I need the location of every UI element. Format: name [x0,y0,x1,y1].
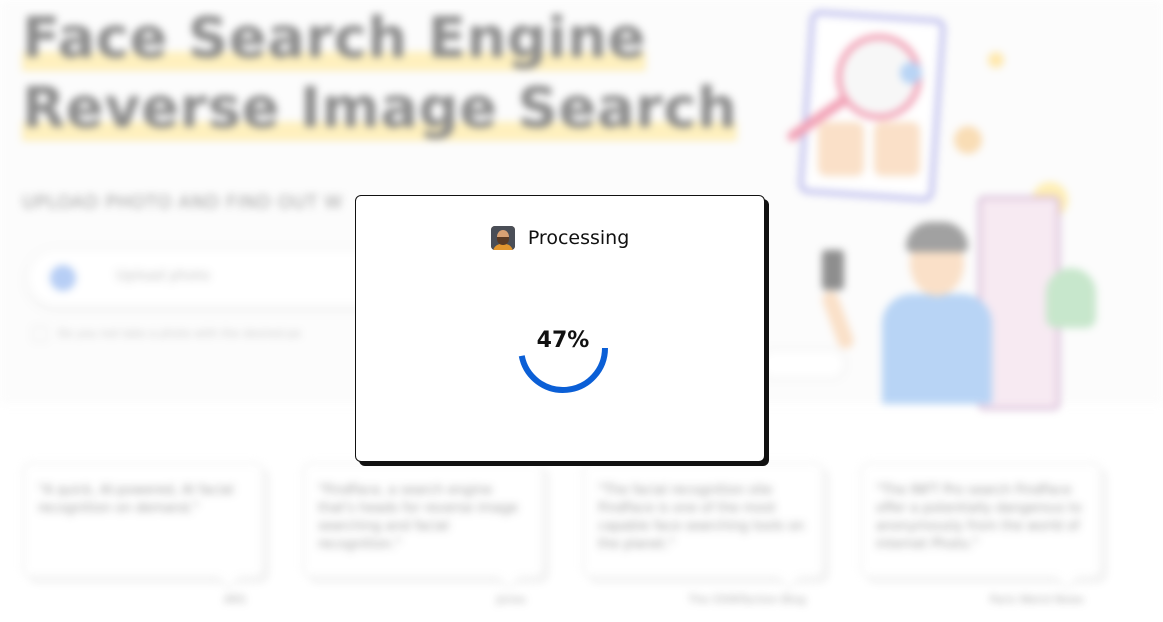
tree-icon [1046,268,1096,328]
testimonial-card: "FindFace, a search engine that's heads … [302,462,544,606]
testimonial-author[interactable]: The OSINTaction Blog [688,593,806,606]
testimonial-card: "The INFT Pro search FindFace offer a po… [860,462,1102,606]
speech-tail-icon [1054,564,1080,590]
hero-subtitle: UPLOAD PHOTO AND FIND OUT W [22,192,343,213]
testimonial-card: "A quick, AI-powered, AI facial recognit… [22,462,264,606]
hero-title-line1: Face Search Engine [22,6,646,71]
dialog-title: Processing [527,227,630,249]
face-thumbnail-icon [874,122,920,176]
testimonial-quote: "A quick, AI-powered, AI facial recognit… [38,483,234,516]
upload-icon [50,265,76,291]
progress-indicator: 47% [515,300,611,396]
user-avatar-icon [490,226,515,250]
processing-dialog: Processing 47% [355,195,765,462]
hint-text: Do you not take a photo with the desired… [32,326,301,342]
decor-dot-icon [900,62,922,84]
decor-dot-icon [954,126,982,154]
testimonial-quote: "The facial recognition site FindFace is… [598,483,805,552]
progress-arc [518,347,608,393]
person-arm-icon [820,289,856,351]
phone-icon [822,250,844,290]
progress-percent: 47% [536,328,590,353]
testimonial-quote: "The INFT Pro search FindFace offer a po… [876,483,1082,552]
testimonial-card: "The facial recognition site FindFace is… [582,462,824,606]
dialog-header: Processing [356,226,764,252]
speech-tail-icon [776,564,802,590]
testimonial-author[interactable]: Paris Weird News [990,593,1084,606]
upload-placeholder: Upload photo [116,268,210,284]
speech-tail-icon [496,564,522,590]
hero-title-line2: Reverse Image Search [22,76,738,141]
face-thumbnail-icon [818,122,864,176]
testimonial-author[interactable]: ARS [224,593,246,606]
testimonial-author[interactable]: Jones [497,593,526,606]
hint-checkbox[interactable] [32,326,48,342]
testimonial-quote: "FindFace, a search engine that's heads … [318,483,518,552]
person-body-icon [882,294,992,404]
hero-illustration [760,9,1140,410]
person-hair-icon [906,222,968,252]
decor-dot-icon [988,52,1004,68]
speech-tail-icon [216,564,242,590]
